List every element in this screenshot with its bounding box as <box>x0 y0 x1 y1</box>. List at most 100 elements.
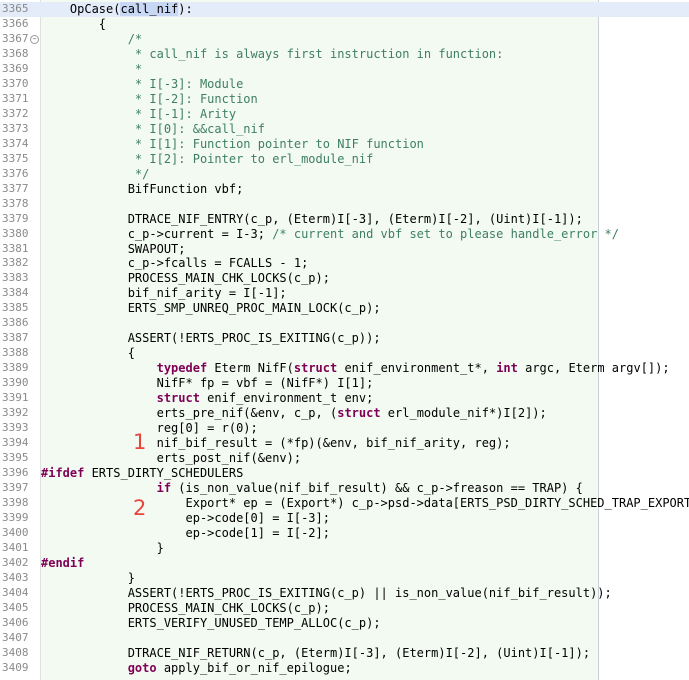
code-line[interactable]: 3375 * I[2]: Pointer to erl_module_nif <box>0 152 689 167</box>
code-line[interactable]: 3366 { <box>0 17 689 32</box>
code-line[interactable]: 3371 * I[-2]: Function <box>0 92 689 107</box>
code-text: } <box>41 541 164 556</box>
code-line[interactable]: 3390 NifF* fp = vbf = (NifF*) I[1]; <box>0 376 689 391</box>
code-token: bif_nif_arity = I[-1]; <box>41 286 287 301</box>
code-text: * I[-2]: Function <box>41 92 258 107</box>
code-text: ep->code[1] = I[-2]; <box>41 526 330 541</box>
code-text: c_p->fcalls = FCALLS - 1; <box>41 256 309 271</box>
line-number: 3400 <box>2 525 29 539</box>
code-line[interactable]: 3386 <box>0 316 689 331</box>
code-line[interactable]: 3373 * I[0]: &&call_nif <box>0 122 689 137</box>
code-line[interactable]: 3395 erts_post_nif(&env); <box>0 451 689 466</box>
line-number: 3375 <box>2 151 29 165</box>
code-text: goto apply_bif_or_nif_epilogue; <box>41 661 352 676</box>
code-line[interactable]: 3378 <box>0 197 689 212</box>
code-line[interactable]: 3379 DTRACE_NIF_ENTRY(c_p, (Eterm)I[-3],… <box>0 212 689 227</box>
code-line[interactable]: 3409 goto apply_bif_or_nif_epilogue; <box>0 661 689 676</box>
code-line[interactable]: 3408 DTRACE_NIF_RETURN(c_p, (Eterm)I[-3]… <box>0 646 689 661</box>
code-text: ASSERT(!ERTS_PROC_IS_EXITING(c_p)); <box>41 331 381 346</box>
code-line[interactable]: 3393 reg[0] = r(0); <box>0 421 689 436</box>
code-line[interactable]: 3397 if (is_non_value(nif_bif_result) &&… <box>0 481 689 496</box>
line-number: 3382 <box>2 256 29 270</box>
line-number: 3366 <box>2 16 29 30</box>
code-text: * I[2]: Pointer to erl_module_nif <box>41 152 373 167</box>
code-line[interactable]: 3372 * I[-1]: Arity <box>0 107 689 122</box>
code-line[interactable]: 3381 SWAPOUT; <box>0 242 689 257</box>
code-token: PROCESS_MAIN_CHK_LOCKS(c_p); <box>41 600 330 615</box>
code-line[interactable]: 3396 #ifdef ERTS_DIRTY_SCHEDULERS <box>0 466 689 481</box>
code-line[interactable]: 3365 OpCase(call_nif): <box>0 2 689 17</box>
code-text: * <box>41 62 142 77</box>
line-number: 3381 <box>2 241 29 255</box>
line-number: 3406 <box>2 615 29 629</box>
code-line[interactable]: 3404 ASSERT(!ERTS_PROC_IS_EXITING(c_p) |… <box>0 586 689 601</box>
comment-token: * call_nif is always first instruction i… <box>41 46 504 61</box>
code-token: BifFunction vbf; <box>41 181 244 196</box>
code-line[interactable]: 3398 Export* ep = (Export*) c_p->psd->da… <box>0 496 689 511</box>
code-token: OpCase( <box>41 2 121 16</box>
code-text: if (is_non_value(nif_bif_result) && c_p-… <box>41 481 583 496</box>
fold-toggle-icon[interactable]: − <box>30 34 39 44</box>
code-line[interactable]: 3368 * call_nif is always first instruct… <box>0 47 689 62</box>
code-text: PROCESS_MAIN_CHK_LOCKS(c_p); <box>41 271 330 286</box>
code-line[interactable]: 3391 struct enif_environment_t env; <box>0 391 689 406</box>
code-line[interactable]: 3376 */ <box>0 167 689 182</box>
code-line[interactable]: 3380 c_p->current = I-3; /* current and … <box>0 227 689 242</box>
line-number: 3388 <box>2 346 29 360</box>
code-text: { <box>41 346 135 361</box>
code-line[interactable]: 3385 ERTS_SMP_UNREQ_PROC_MAIN_LOCK(c_p); <box>0 301 689 316</box>
code-line[interactable]: 3377 BifFunction vbf; <box>0 182 689 197</box>
code-token: ep->code[0] = I[-3]; <box>41 510 330 525</box>
code-line[interactable]: 3367− /* <box>0 32 689 47</box>
line-number: 3407 <box>2 630 29 644</box>
code-token: ERTS_SMP_UNREQ_PROC_MAIN_LOCK(c_p); <box>41 301 381 316</box>
code-line[interactable]: 3406 ERTS_VERIFY_UNUSED_TEMP_ALLOC(c_p); <box>0 616 689 631</box>
code-text: NifF* fp = vbf = (NifF*) I[1]; <box>41 376 374 391</box>
code-line[interactable]: 3383 PROCESS_MAIN_CHK_LOCKS(c_p); <box>0 271 689 286</box>
code-token: apply_bif_or_nif_epilogue; <box>156 660 352 675</box>
code-token: } <box>41 570 135 585</box>
code-line[interactable]: 3400 ep->code[1] = I[-2]; <box>0 526 689 541</box>
code-line[interactable]: 3402 #endif <box>0 556 689 571</box>
code-token: ): <box>178 2 193 16</box>
code-line[interactable]: 3388 { <box>0 346 689 361</box>
line-number: 3372 <box>2 106 29 120</box>
keyword-token: int <box>496 361 518 376</box>
line-number: 3396 <box>2 466 29 480</box>
line-number: 3384 <box>2 286 29 300</box>
code-token: DTRACE_NIF_RETURN(c_p, (Eterm)I[-3], (Et… <box>41 645 591 660</box>
code-text: PROCESS_MAIN_CHK_LOCKS(c_p); <box>41 601 330 616</box>
code-line[interactable]: 3401 } <box>0 541 689 556</box>
code-text: * I[1]: Function pointer to NIF function <box>41 137 424 152</box>
code-line[interactable]: 3399 ep->code[0] = I[-3]; <box>0 511 689 526</box>
code-text: reg[0] = r(0); <box>41 421 258 436</box>
code-text: ep->code[0] = I[-3]; <box>41 511 330 526</box>
code-line[interactable]: 3392 erts_pre_nif(&env, c_p, (struct erl… <box>0 406 689 421</box>
code-token: reg[0] = r(0); <box>41 421 258 436</box>
code-line[interactable]: 3405 PROCESS_MAIN_CHK_LOCKS(c_p); <box>0 601 689 616</box>
selected-token: call_nif <box>120 2 179 16</box>
code-editor[interactable]: 3365 OpCase(call_nif): 3366 {3367− /* 3368… <box>0 2 689 676</box>
code-line[interactable]: 3389 typedef Eterm NifF(struct enif_envi… <box>0 361 689 376</box>
code-line[interactable]: 3407 <box>0 631 689 646</box>
code-line[interactable]: 3374 * I[1]: Function pointer to NIF fun… <box>0 137 689 152</box>
code-text: typedef Eterm NifF(struct enif_environme… <box>41 361 670 376</box>
code-line[interactable]: 3387 ASSERT(!ERTS_PROC_IS_EXITING(c_p)); <box>0 331 689 346</box>
code-line[interactable]: 3384 bif_nif_arity = I[-1]; <box>0 286 689 301</box>
code-token: enif_environment_t env; <box>199 391 374 406</box>
line-number: 3378 <box>2 196 29 210</box>
code-line[interactable]: 3370 * I[-3]: Module <box>0 77 689 92</box>
keyword-token: if <box>156 481 172 495</box>
code-token: c_p->fcalls = FCALLS - 1; <box>41 256 309 271</box>
code-line[interactable]: 3382 c_p->fcalls = FCALLS - 1; <box>0 256 689 271</box>
code-text: c_p->current = I-3; /* current and vbf s… <box>41 227 619 242</box>
code-line[interactable]: 3394 nif_bif_result = (*fp)(&env, bif_ni… <box>0 436 689 451</box>
code-line[interactable]: 3403 } <box>0 571 689 586</box>
code-text: DTRACE_NIF_RETURN(c_p, (Eterm)I[-3], (Et… <box>41 646 590 661</box>
keyword-token: struct <box>293 361 338 376</box>
keyword-token: typedef <box>156 361 208 376</box>
comment-token: * I[2]: Pointer to erl_module_nif <box>41 151 374 166</box>
keyword-token: #endif <box>41 555 85 570</box>
code-line[interactable]: 3369 * <box>0 62 689 77</box>
comment-token: * I[-2]: Function <box>41 91 258 106</box>
